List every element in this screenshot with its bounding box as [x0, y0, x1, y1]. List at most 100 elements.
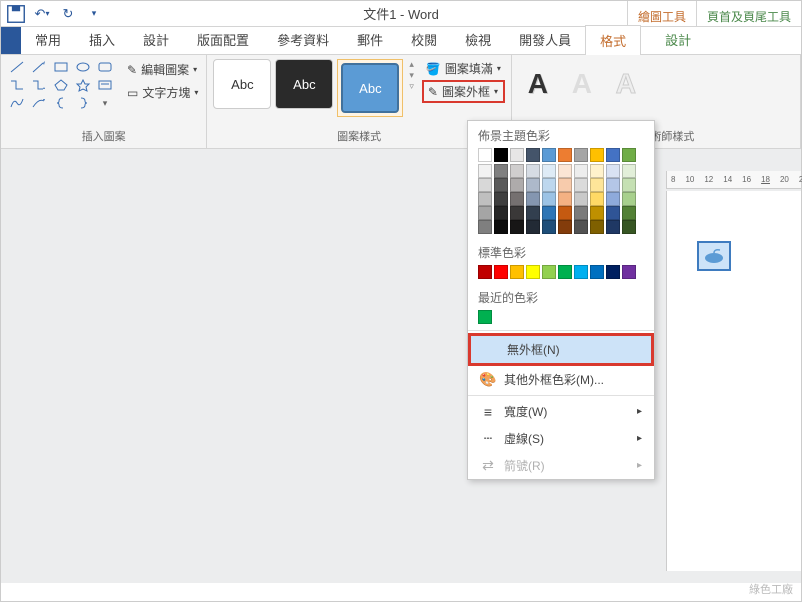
shape-fill-button[interactable]: 🪣圖案填滿▾ — [422, 59, 505, 78]
wordart-style-1[interactable]: A — [518, 59, 558, 109]
shape-outline-button[interactable]: ✎圖案外框▾ — [422, 80, 505, 103]
color-swatch[interactable] — [622, 206, 636, 220]
color-swatch[interactable] — [558, 206, 572, 220]
tab-insert[interactable]: 插入 — [75, 25, 129, 54]
color-swatch[interactable] — [574, 164, 588, 178]
color-swatch[interactable] — [478, 164, 492, 178]
color-swatch[interactable] — [558, 220, 572, 234]
color-swatch[interactable] — [590, 220, 604, 234]
shape-arrow-icon[interactable] — [29, 59, 49, 75]
tab-mail[interactable]: 郵件 — [343, 25, 397, 54]
shape-rect-icon[interactable] — [51, 59, 71, 75]
color-swatch[interactable] — [558, 148, 572, 162]
color-swatch[interactable] — [494, 178, 508, 192]
color-swatch[interactable] — [494, 164, 508, 178]
shape-poly-icon[interactable] — [51, 77, 71, 93]
more-colors-item[interactable]: 🎨 其他外框色彩(M)... — [468, 366, 654, 393]
shape-style-3[interactable]: Abc — [341, 63, 399, 113]
color-swatch[interactable] — [510, 192, 524, 206]
color-swatch[interactable] — [622, 148, 636, 162]
color-swatch[interactable] — [526, 192, 540, 206]
color-swatch[interactable] — [622, 220, 636, 234]
color-swatch[interactable] — [542, 164, 556, 178]
color-swatch[interactable] — [510, 265, 524, 279]
color-swatch[interactable] — [574, 220, 588, 234]
color-swatch[interactable] — [574, 192, 588, 206]
color-swatch[interactable] — [558, 192, 572, 206]
shape-elbow-arrow-icon[interactable] — [29, 77, 49, 93]
tab-format[interactable]: 格式 — [585, 25, 641, 55]
tab-references[interactable]: 參考資料 — [263, 25, 343, 54]
shape-style-1[interactable]: Abc — [213, 59, 271, 109]
color-swatch[interactable] — [542, 192, 556, 206]
shape-textbox-icon[interactable] — [95, 77, 115, 93]
color-swatch[interactable] — [606, 265, 620, 279]
page[interactable] — [666, 191, 801, 571]
shape-elbow-icon[interactable] — [7, 77, 27, 93]
color-swatch[interactable] — [622, 265, 636, 279]
color-swatch[interactable] — [526, 265, 540, 279]
tab-home[interactable]: 常用 — [21, 25, 75, 54]
color-swatch[interactable] — [542, 148, 556, 162]
color-swatch[interactable] — [606, 192, 620, 206]
shape-curve-arrow-icon[interactable] — [29, 95, 49, 111]
color-swatch[interactable] — [574, 178, 588, 192]
file-tab[interactable] — [1, 26, 21, 54]
color-swatch[interactable] — [478, 220, 492, 234]
shape-curve-icon[interactable] — [7, 95, 27, 111]
color-swatch[interactable] — [558, 178, 572, 192]
dashes-item[interactable]: ┄ 虛線(S) ▸ — [468, 425, 654, 452]
color-swatch[interactable] — [494, 265, 508, 279]
color-swatch[interactable] — [558, 164, 572, 178]
text-box-button[interactable]: ▭文字方塊▾ — [125, 82, 200, 103]
color-swatch[interactable] — [510, 206, 524, 220]
color-swatch[interactable] — [606, 164, 620, 178]
no-outline-item[interactable]: 無外框(N) — [468, 333, 654, 366]
color-swatch[interactable] — [606, 148, 620, 162]
wordart-style-2[interactable]: A — [562, 59, 602, 109]
color-swatch[interactable] — [622, 164, 636, 178]
color-swatch[interactable] — [478, 192, 492, 206]
color-swatch[interactable] — [622, 192, 636, 206]
color-swatch[interactable] — [558, 265, 572, 279]
color-swatch[interactable] — [526, 220, 540, 234]
save-icon[interactable] — [5, 4, 27, 24]
tab-layout[interactable]: 版面配置 — [183, 25, 263, 54]
shapes-gallery[interactable]: ▾ — [7, 59, 115, 111]
shape-line-icon[interactable] — [7, 59, 27, 75]
tab-design[interactable]: 設計 — [129, 25, 183, 54]
color-swatch[interactable] — [526, 164, 540, 178]
color-swatch[interactable] — [590, 265, 604, 279]
color-swatch[interactable] — [478, 206, 492, 220]
color-swatch[interactable] — [574, 148, 588, 162]
shape-rrect-icon[interactable] — [95, 59, 115, 75]
color-swatch[interactable] — [606, 220, 620, 234]
color-swatch[interactable] — [526, 178, 540, 192]
color-swatch[interactable] — [494, 206, 508, 220]
color-swatch[interactable] — [606, 178, 620, 192]
color-swatch[interactable] — [478, 310, 492, 324]
shape-style-2[interactable]: Abc — [275, 59, 333, 109]
color-swatch[interactable] — [590, 164, 604, 178]
color-swatch[interactable] — [526, 148, 540, 162]
shape-oval-icon[interactable] — [73, 59, 93, 75]
selected-shape[interactable] — [697, 241, 731, 271]
color-swatch[interactable] — [590, 206, 604, 220]
color-swatch[interactable] — [510, 148, 524, 162]
color-swatch[interactable] — [494, 192, 508, 206]
color-swatch[interactable] — [494, 220, 508, 234]
color-swatch[interactable] — [542, 178, 556, 192]
tab-review[interactable]: 校閱 — [397, 25, 451, 54]
wordart-style-3[interactable]: A — [606, 59, 646, 109]
style-gallery-spinner[interactable]: ▴▾▿ — [409, 59, 414, 92]
qat-customize-icon[interactable]: ▾ — [83, 4, 105, 24]
edit-shape-button[interactable]: ✎編輯圖案▾ — [125, 59, 200, 80]
color-swatch[interactable] — [590, 192, 604, 206]
color-swatch[interactable] — [494, 148, 508, 162]
color-swatch[interactable] — [542, 206, 556, 220]
shape-brace-r-icon[interactable] — [73, 95, 93, 111]
color-swatch[interactable] — [510, 220, 524, 234]
tab-developer[interactable]: 開發人員 — [505, 25, 585, 54]
color-swatch[interactable] — [542, 220, 556, 234]
color-swatch[interactable] — [606, 206, 620, 220]
